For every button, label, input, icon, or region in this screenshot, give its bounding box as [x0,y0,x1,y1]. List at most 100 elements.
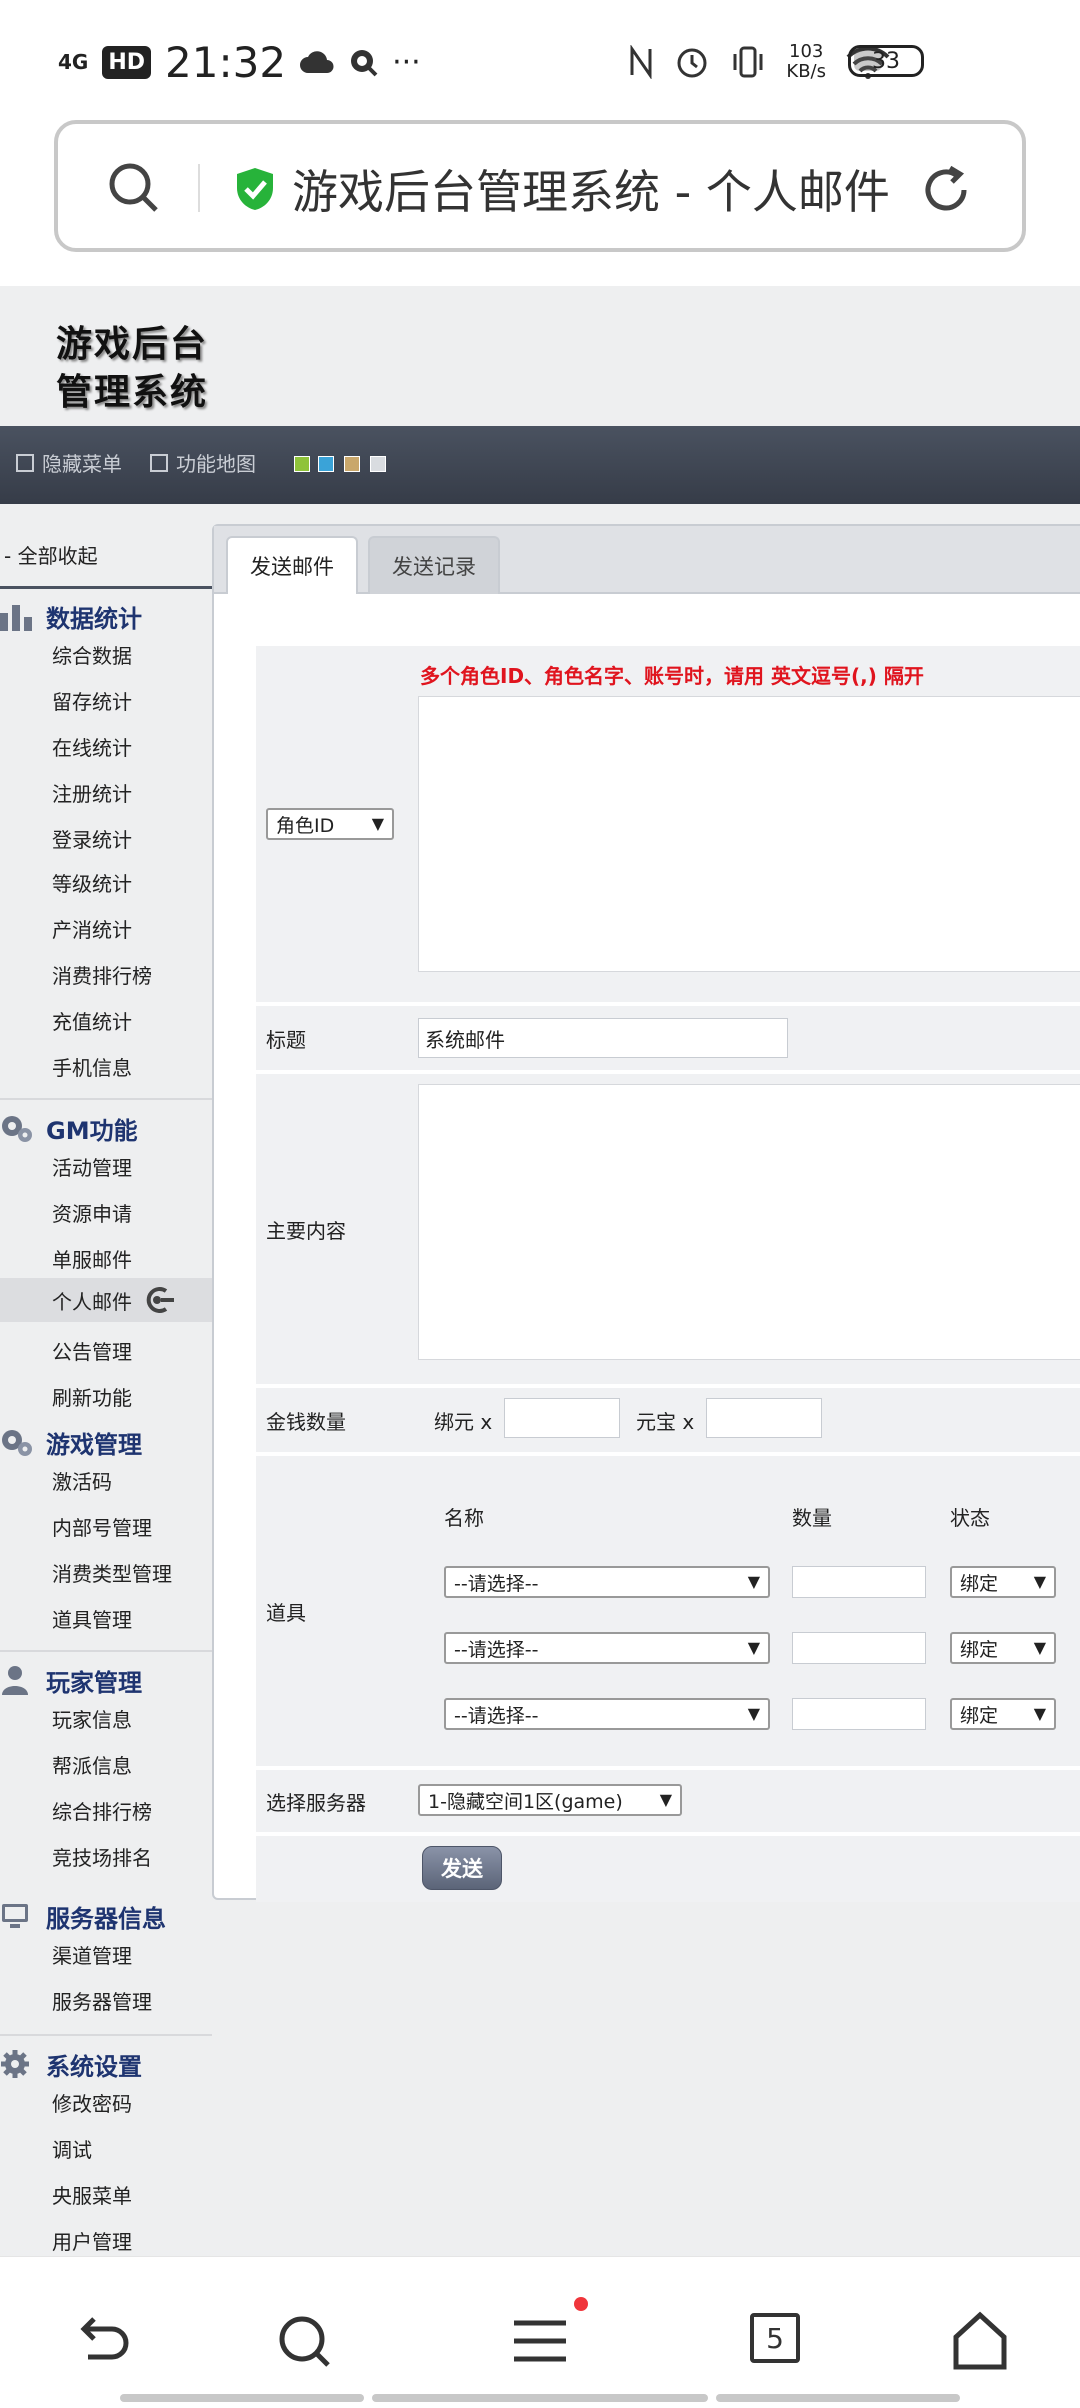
sidebar-item[interactable]: 用户管理 [52,2226,132,2255]
sidebar-item[interactable]: 服务器管理 [52,1986,152,2015]
sidebar-item[interactable]: 刷新功能 [52,1382,132,1411]
content-panel: 发送邮件 发送记录 角色ID ▼ 多个角色ID、角色名字、账号时，请用 英文逗号… [212,524,1080,1902]
sidebar-divider [0,586,212,589]
group-server-info[interactable]: 服务器信息 [0,1896,212,1936]
group-game-management[interactable]: 游戏管理 [0,1422,212,1462]
items-value-cell: 名称 数量 状态 --请选择-- ▼ 绑定 ▼ --请选择-- ▼ 绑定 ▼ --请选择… [410,1456,1080,1766]
clock: 21:32 [165,37,287,87]
item-qty-input-2[interactable] [792,1632,926,1664]
content-textarea[interactable] [418,1084,1080,1360]
recipient-textarea[interactable] [418,696,1080,972]
sidebar-item[interactable]: 注册统计 [52,778,132,807]
money-value-cell: 绑元 x 元宝 x [410,1388,1080,1452]
yuanbao-input[interactable] [706,1398,822,1438]
sidebar-item[interactable]: 手机信息 [52,1052,132,1081]
bound-yuan-input[interactable] [504,1398,620,1438]
sidebar-item[interactable]: 央服菜单 [52,2180,132,2209]
group-title-label: GM功能 [46,1116,138,1145]
home-icon[interactable] [948,2309,1012,2373]
bar-chart-icon [0,605,32,631]
item-select-2[interactable]: --请选择-- ▼ [444,1632,770,1664]
group-gm-functions[interactable]: GM功能 [0,1108,212,1148]
item-state-select-2[interactable]: 绑定 ▼ [950,1632,1056,1664]
sidebar-item[interactable]: 资源申请 [52,1198,132,1227]
recipient-row: 角色ID ▼ 多个角色ID、角色名字、账号时，请用 英文逗号(,) 隔开 [256,646,1080,1002]
sidebar-item[interactable]: 在线统计 [52,732,132,761]
col-name-header: 名称 [444,1506,484,1530]
site-logo: 游戏后台 管理系统 [56,320,208,416]
group-system-settings[interactable]: 系统设置 [0,2044,212,2084]
hide-menu-link[interactable]: 隐藏菜单 [16,448,122,477]
function-map-link[interactable]: 功能地图 [150,448,256,477]
sidebar-item[interactable]: 消费排行榜 [52,960,152,989]
group-divider [0,1098,212,1100]
address-divider [198,164,200,212]
skin-green[interactable] [294,456,310,472]
group-title-label: 服务器信息 [46,1904,166,1933]
sidebar-item-active[interactable]: 个人邮件 [0,1278,212,1322]
item-select-3[interactable]: --请选择-- ▼ [444,1698,770,1730]
logo-line-2: 管理系统 [56,371,209,413]
tab-send-log[interactable]: 发送记录 [368,536,500,594]
search-icon[interactable] [272,2309,336,2373]
sidebar-item[interactable]: 综合排行榜 [52,1796,152,1825]
gears-icon [2,1430,32,1456]
notification-dot [574,2297,588,2311]
sidebar-item[interactable]: 综合数据 [52,640,132,669]
sidebar-item[interactable]: 竞技场排名 [52,1842,152,1871]
sidebar-item[interactable]: 单服邮件 [52,1244,132,1273]
sidebar-item[interactable]: 留存统计 [52,686,132,715]
reload-icon[interactable] [916,160,976,220]
sidebar-item[interactable]: 充值统计 [52,1006,132,1035]
sidebar-item[interactable]: 消费类型管理 [52,1558,172,1587]
current-pointer-icon [146,1287,174,1313]
menu-icon [16,453,34,472]
sidebar-item[interactable]: 活动管理 [52,1152,132,1181]
item-qty-input-3[interactable] [792,1698,926,1730]
sidebar-item[interactable]: 等级统计 [52,868,132,897]
sidebar-item[interactable]: 激活码 [52,1466,112,1495]
title-input[interactable]: 系统邮件 [418,1018,788,1058]
bound-yuan-label: 绑元 x [434,1410,493,1434]
back-icon[interactable] [70,2309,134,2373]
item-qty-input-1[interactable] [792,1566,926,1598]
sidebar-item[interactable]: 修改密码 [52,2088,132,2117]
group-data-stats[interactable]: 数据统计 [0,596,212,636]
item-state-select-3[interactable]: 绑定 ▼ [950,1698,1056,1730]
dropdown-arrow-icon: ▼ [747,1572,760,1591]
sidebar-item[interactable]: 产消统计 [52,914,132,943]
hide-menu-label: 隐藏菜单 [42,452,122,476]
item-state-select-1[interactable]: 绑定 ▼ [950,1566,1056,1598]
skin-gray[interactable] [370,456,386,472]
sidebar-item[interactable]: 道具管理 [52,1604,132,1633]
menu-icon[interactable] [508,2309,572,2373]
server-select-value: 1-隐藏空间1区(game) [428,1790,623,1813]
collapse-all-link[interactable]: - 全部收起 [4,540,98,569]
tab-count-button[interactable]: 5 [750,2313,800,2363]
skin-blue[interactable] [318,456,334,472]
sidebar-item[interactable]: 公告管理 [52,1336,132,1365]
sidebar-item[interactable]: 调试 [52,2134,92,2163]
item-select-1[interactable]: --请选择-- ▼ [444,1566,770,1598]
dropdown-arrow-icon: ▼ [747,1704,760,1723]
sidebar-item[interactable]: 登录统计 [52,824,132,853]
speed-value: 103 [789,41,824,62]
address-bar[interactable]: 游戏后台管理系统 - 个人邮件 [54,120,1026,252]
search-icon[interactable] [104,158,164,218]
group-player-management[interactable]: 玩家管理 [0,1660,212,1700]
sidebar-item[interactable]: 玩家信息 [52,1704,132,1733]
sidebar-item[interactable]: 渠道管理 [52,1940,132,1969]
send-button[interactable]: 发送 [422,1846,502,1890]
tab-bar: 发送邮件 发送记录 [214,526,1080,594]
target-type-select[interactable]: 角色ID ▼ [266,808,394,840]
items-row: 道具 名称 数量 状态 --请选择-- ▼ 绑定 ▼ --请选择-- ▼ 绑定 ▼ --… [256,1456,1080,1766]
title-input-value: 系统邮件 [425,1027,505,1052]
tab-send-mail[interactable]: 发送邮件 [226,536,358,594]
item-select-value: --请选择-- [454,1638,539,1661]
sidebar-item[interactable]: 内部号管理 [52,1512,152,1541]
gears-icon [2,1116,32,1142]
skin-tan[interactable] [344,456,360,472]
server-select[interactable]: 1-隐藏空间1区(game) ▼ [418,1784,682,1816]
site-header: 游戏后台 管理系统 [0,286,1080,426]
sidebar-item[interactable]: 帮派信息 [52,1750,132,1779]
